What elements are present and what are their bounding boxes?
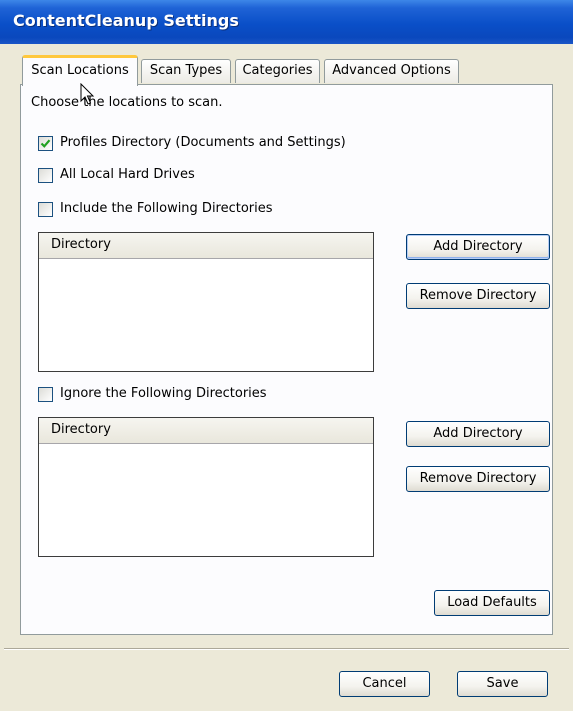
cancel-button[interactable]: Cancel [339, 671, 430, 697]
include-remove-directory-button[interactable]: Remove Directory [406, 283, 550, 309]
mouse-pointer-icon [80, 83, 95, 105]
tab-scan-locations[interactable]: Scan Locations [22, 55, 138, 86]
profiles-checkbox-label: Profiles Directory (Documents and Settin… [60, 135, 346, 150]
profiles-checkbox[interactable] [38, 136, 53, 151]
tab-categories[interactable]: Categories [235, 59, 320, 83]
include-checkbox[interactable] [38, 202, 53, 217]
load-defaults-button[interactable]: Load Defaults [434, 590, 550, 616]
include-checkbox-label: Include the Following Directories [60, 201, 273, 216]
include-list-header[interactable]: Directory [39, 233, 373, 259]
title-bar: ContentCleanup Settings [0, 0, 573, 44]
all-drives-checkbox[interactable] [38, 168, 53, 183]
ignore-checkbox[interactable] [38, 387, 53, 402]
ignore-checkbox-label: Ignore the Following Directories [60, 386, 267, 401]
instruction-text: Choose the locations to scan. [31, 95, 223, 110]
ignore-remove-directory-button[interactable]: Remove Directory [406, 466, 550, 492]
save-button[interactable]: Save [457, 671, 548, 697]
checkmark-icon [40, 139, 51, 148]
ignore-directory-list[interactable]: Directory [38, 417, 374, 557]
include-column-header: Directory [51, 237, 111, 252]
ignore-column-header: Directory [51, 422, 111, 437]
all-drives-checkbox-label: All Local Hard Drives [60, 167, 195, 182]
include-add-directory-button[interactable]: Add Directory [406, 234, 550, 260]
window-title: ContentCleanup Settings [13, 11, 239, 30]
ignore-list-header[interactable]: Directory [39, 418, 373, 444]
tab-scan-types[interactable]: Scan Types [141, 59, 231, 83]
footer-separator [4, 648, 569, 650]
tab-advanced-options[interactable]: Advanced Options [324, 59, 459, 83]
include-directory-list[interactable]: Directory [38, 232, 374, 372]
scan-locations-panel: Choose the locations to scan. Profiles D… [20, 84, 553, 635]
ignore-add-directory-button[interactable]: Add Directory [406, 421, 550, 447]
